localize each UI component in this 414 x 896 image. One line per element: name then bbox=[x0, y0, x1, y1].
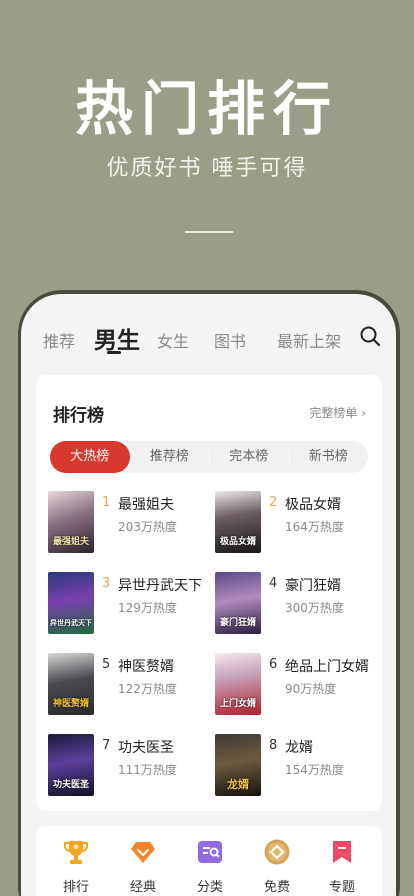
book-rank: 7 bbox=[102, 738, 111, 753]
nav-label: 经典 bbox=[129, 880, 156, 895]
book-rank: 4 bbox=[269, 576, 278, 591]
nav-item-category[interactable]: 分类 bbox=[182, 838, 238, 896]
nav-label: 专题 bbox=[328, 880, 355, 895]
book-heat: 154万热度 bbox=[285, 763, 344, 777]
diamond-icon bbox=[131, 842, 155, 863]
nav-item-topics[interactable]: 专题 bbox=[314, 838, 370, 896]
bottom-nav: 排行 经典 分类 免费 专题 bbox=[36, 826, 382, 896]
segment-hot[interactable]: 大热榜 bbox=[50, 441, 130, 473]
book-rank: 2 bbox=[269, 495, 278, 510]
tab-female[interactable]: 女生 bbox=[157, 328, 189, 352]
book-rank: 8 bbox=[269, 738, 278, 753]
book-cover: 异世丹武天下 bbox=[48, 572, 94, 634]
book-rank: 5 bbox=[102, 657, 111, 672]
book-cover: 龙婿 bbox=[215, 734, 261, 796]
book-title: 极品女婿 bbox=[285, 497, 341, 513]
tab-new-arrivals[interactable]: 最新上架 bbox=[277, 328, 341, 352]
segment-new[interactable]: 新书榜 bbox=[288, 441, 369, 473]
nav-label: 免费 bbox=[263, 880, 290, 895]
full-ranking-link[interactable]: 完整榜单 › bbox=[309, 404, 366, 421]
book-heat: 90万热度 bbox=[285, 682, 337, 696]
trophy-icon bbox=[64, 841, 88, 864]
book-item[interactable]: 神医赘婿 5 神医赘婿 122万热度 bbox=[48, 653, 208, 717]
book-title: 最强姐夫 bbox=[118, 497, 174, 513]
book-item[interactable]: 上门女婿 6 绝品上门女婿 90万热度 bbox=[215, 653, 375, 717]
book-cover: 功夫医圣 bbox=[48, 734, 94, 796]
book-item[interactable]: 异世丹武天下 3 异世丹武天下 129万热度 bbox=[48, 572, 208, 636]
nav-item-ranking[interactable]: 排行 bbox=[48, 838, 104, 896]
book-heat: 111万热度 bbox=[118, 763, 177, 777]
tab-books[interactable]: 图书 bbox=[214, 328, 246, 352]
nav-label: 分类 bbox=[196, 880, 223, 895]
book-item[interactable]: 极品女婿 2 极品女婿 164万热度 bbox=[215, 491, 375, 555]
book-title: 龙婿 bbox=[285, 740, 313, 756]
book-cover: 上门女婿 bbox=[215, 653, 261, 715]
coin-icon bbox=[264, 839, 290, 865]
book-rank: 6 bbox=[269, 657, 278, 672]
ranking-title: 排行榜 bbox=[53, 406, 104, 426]
book-heat: 122万热度 bbox=[118, 682, 177, 696]
tab-male[interactable]: 男生 bbox=[94, 321, 140, 355]
book-item[interactable]: 功夫医圣 7 功夫医圣 111万热度 bbox=[48, 734, 208, 798]
book-heat: 203万热度 bbox=[118, 520, 177, 534]
segment-completed[interactable]: 完本榜 bbox=[209, 441, 289, 473]
segment-recommend[interactable]: 推荐榜 bbox=[130, 441, 210, 473]
book-item[interactable]: 最强姐夫 1 最强姐夫 203万热度 bbox=[48, 491, 208, 555]
bookmark-icon bbox=[333, 841, 351, 863]
book-rank: 3 bbox=[102, 576, 111, 591]
nav-item-free[interactable]: 免费 bbox=[249, 838, 305, 896]
book-heat: 164万热度 bbox=[285, 520, 344, 534]
book-rank: 1 bbox=[102, 495, 111, 510]
book-item[interactable]: 龙婿 8 龙婿 154万热度 bbox=[215, 734, 375, 798]
hero-divider bbox=[185, 231, 233, 233]
hero-subtitle: 优质好书 唾手可得 bbox=[106, 156, 308, 181]
search-icon[interactable] bbox=[359, 325, 381, 347]
book-title: 异世丹武天下 bbox=[118, 578, 202, 594]
tab-recommend[interactable]: 推荐 bbox=[43, 328, 75, 352]
category-tabs: 推荐 男生 女生 图书 最新上架 bbox=[21, 294, 396, 364]
book-title: 绝品上门女婿 bbox=[285, 659, 369, 675]
hero-title: 热门排行 bbox=[74, 75, 339, 143]
nav-label: 排行 bbox=[62, 880, 89, 895]
nav-item-classic[interactable]: 经典 bbox=[115, 838, 171, 896]
ranking-card: 排行榜 完整榜单 › 大热榜 推荐榜 完本榜 新书榜 最强姐夫 1 最强姐夫 2… bbox=[36, 375, 382, 811]
book-cover: 极品女婿 bbox=[215, 491, 261, 553]
tab-active-underline bbox=[107, 351, 121, 354]
book-cover: 最强姐夫 bbox=[48, 491, 94, 553]
book-cover: 神医赘婿 bbox=[48, 653, 94, 715]
category-search-icon bbox=[198, 841, 222, 863]
book-item[interactable]: 豪门狂婿 4 豪门狂婿 300万热度 bbox=[215, 572, 375, 636]
app-screen: 推荐 男生 女生 图书 最新上架 排行榜 完整榜单 › 大热榜 推荐榜 完本榜 … bbox=[21, 294, 396, 896]
book-title: 功夫医圣 bbox=[118, 740, 174, 756]
book-heat: 129万热度 bbox=[118, 601, 177, 615]
book-cover: 豪门狂婿 bbox=[215, 572, 261, 634]
book-title: 神医赘婿 bbox=[118, 659, 174, 675]
book-heat: 300万热度 bbox=[285, 601, 344, 615]
book-title: 豪门狂婿 bbox=[285, 578, 341, 594]
ranking-segment-control: 大热榜 推荐榜 完本榜 新书榜 bbox=[50, 441, 368, 473]
